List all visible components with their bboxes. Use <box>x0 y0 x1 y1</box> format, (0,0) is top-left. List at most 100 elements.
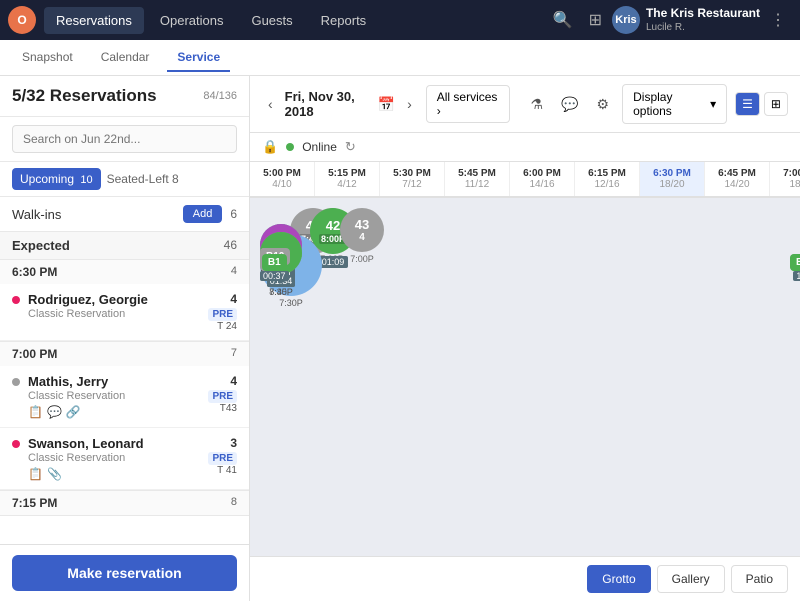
guest-name: Mathis, Jerry <box>28 374 200 389</box>
table-43[interactable]: 43 4 7:00P <box>340 208 384 264</box>
nav-tab-operations[interactable]: Operations <box>148 7 236 34</box>
settings-icon[interactable]: ⚙ <box>592 94 615 115</box>
make-reservation-section: Make reservation <box>0 544 249 601</box>
guest-count: 4 <box>208 374 237 388</box>
left-sidebar: 5/32 Reservations 84/136 Upcoming 10 Sea… <box>0 76 250 601</box>
reservation-type: Classic Reservation <box>28 452 200 464</box>
reservation-item[interactable]: Mathis, Jerry Classic Reservation 📋 💬 🔗 … <box>0 366 249 428</box>
guest-name: Rodriguez, Georgie <box>28 292 200 307</box>
table-number: T 41 <box>208 465 237 476</box>
search-icon[interactable]: 🔍 <box>547 4 579 36</box>
reservation-type: Classic Reservation <box>28 390 200 402</box>
seated-left-tab[interactable]: Seated-Left 8 <box>107 172 179 186</box>
link-icon: 🔗 <box>66 405 81 419</box>
refresh-icon[interactable]: ↻ <box>345 139 356 155</box>
search-input[interactable] <box>12 125 237 153</box>
gallery-room-button[interactable]: Gallery <box>657 565 725 593</box>
time-slot: 5:30 PM7/12 <box>380 162 445 196</box>
lock-status-bar: 🔒 Online ↻ <box>250 133 800 162</box>
date-navigation: ‹ Fri, Nov 30, 2018 📅 › <box>262 89 418 119</box>
prev-date-button[interactable]: ‹ <box>262 94 279 114</box>
next-date-button[interactable]: › <box>401 94 418 114</box>
time-slot: 7:00 PM18/24 <box>770 162 800 196</box>
guest-name: Swanson, Leonard <box>28 436 200 451</box>
user-info: Kris The Kris Restaurant Lucile R. <box>612 6 760 35</box>
service-selector[interactable]: All services › <box>426 85 510 123</box>
search-box <box>0 117 249 162</box>
notifications-icon[interactable]: ⊞ <box>583 4 608 36</box>
online-indicator <box>286 143 294 151</box>
reservation-item[interactable]: Swanson, Leonard Classic Reservation 📋 📎… <box>0 428 249 490</box>
grid-view-button[interactable]: ⊞ <box>764 92 788 116</box>
time-header-700: 7:00 PM 7 <box>0 342 249 366</box>
sidebar-scroll: Expected 46 6:30 PM 4 Rodriguez, Georgie… <box>0 232 249 544</box>
sub-tab-service[interactable]: Service <box>167 44 230 72</box>
attachment-icon: 📎 <box>47 467 62 481</box>
table-B1[interactable]: B1 00:37 <box>260 254 289 281</box>
sidebar-header: 5/32 Reservations 84/136 <box>0 76 249 117</box>
chat-icon[interactable]: 💬 <box>556 94 583 115</box>
time-header-630: 6:30 PM 4 <box>0 260 249 284</box>
sub-tab-snapshot[interactable]: Snapshot <box>12 44 83 72</box>
app-logo[interactable]: O <box>8 6 36 34</box>
time-count: 7 <box>231 347 237 361</box>
lock-icon: 🔒 <box>262 139 278 155</box>
time-header-715: 7:15 PM 8 <box>0 491 249 515</box>
time-slot: 5:00 PM4/10 <box>250 162 315 196</box>
expected-count: 46 <box>224 238 237 253</box>
restaurant-name: The Kris Restaurant <box>646 6 760 22</box>
time-slot-active: 6:30 PM18/20 <box>640 162 705 196</box>
time-label: 6:30 PM <box>12 265 57 279</box>
user-sub-name: Lucile R. <box>646 21 760 34</box>
walkins-count: 6 <box>230 207 237 221</box>
nav-tab-reports[interactable]: Reports <box>309 7 379 34</box>
view-toggle: ☰ ⊞ <box>735 92 788 116</box>
upcoming-tab[interactable]: Upcoming 10 <box>12 168 101 190</box>
bottom-bar: Grotto Gallery Patio <box>250 556 800 601</box>
time-group-715: 7:15 PM 8 <box>0 491 249 516</box>
time-label: 7:15 PM <box>12 496 57 510</box>
pre-tag: PRE <box>208 452 237 465</box>
reservation-type: Classic Reservation <box>28 308 200 320</box>
guest-count: 4 <box>208 292 237 306</box>
sub-navigation: Snapshot Calendar Service <box>0 40 800 76</box>
status-dot <box>12 296 20 304</box>
guest-count: 3 <box>208 436 237 450</box>
nav-tab-guests[interactable]: Guests <box>239 7 304 34</box>
expected-label: Expected <box>12 238 70 253</box>
table-B12[interactable]: B12 1:06 <box>790 254 800 281</box>
top-navigation: O Reservations Operations Guests Reports… <box>0 0 800 40</box>
time-slot: 5:45 PM11/12 <box>445 162 510 196</box>
clipboard-icon: 📋 <box>28 467 43 481</box>
expected-header: Expected 46 <box>0 232 249 260</box>
timeline-header-container: 5:00 PM4/10 5:15 PM4/12 5:30 PM7/12 5:45… <box>250 162 800 198</box>
current-date: Fri, Nov 30, 2018 <box>285 89 372 119</box>
time-group-700: 7:00 PM 7 Mathis, Jerry Classic Reservat… <box>0 342 249 491</box>
more-options-icon[interactable]: ⋮ <box>764 4 792 36</box>
main-content: 5/32 Reservations 84/136 Upcoming 10 Sea… <box>0 76 800 601</box>
list-view-button[interactable]: ☰ <box>735 92 760 116</box>
chat-icon: 💬 <box>47 405 62 419</box>
reservation-item[interactable]: Rodriguez, Georgie Classic Reservation 4… <box>0 284 249 341</box>
time-label: 7:00 PM <box>12 347 57 361</box>
time-slot: 6:45 PM14/20 <box>705 162 770 196</box>
filter-tabs: Upcoming 10 Seated-Left 8 <box>0 162 249 197</box>
table-number: T43 <box>208 403 237 414</box>
grotto-room-button[interactable]: Grotto <box>587 565 650 593</box>
floor-plan: 40 7:45P 01:40 41 4 7:00P 42 <box>250 198 800 556</box>
nav-tab-reservations[interactable]: Reservations <box>44 7 144 34</box>
time-slot: 6:00 PM14/16 <box>510 162 575 196</box>
time-group-630: 6:30 PM 4 Rodriguez, Georgie Classic Res… <box>0 260 249 342</box>
time-slot: 6:15 PM12/16 <box>575 162 640 196</box>
pre-tag: PRE <box>208 308 237 321</box>
calendar-icon[interactable]: 📅 <box>378 96 395 113</box>
make-reservation-button[interactable]: Make reservation <box>12 555 237 591</box>
walkins-row: Walk-ins Add 6 <box>0 197 249 232</box>
display-options-button[interactable]: Display options ▾ <box>622 84 727 124</box>
sub-tab-calendar[interactable]: Calendar <box>91 44 160 72</box>
filter-icon[interactable]: ⚗ <box>526 94 549 115</box>
time-count: 4 <box>231 265 237 279</box>
patio-room-button[interactable]: Patio <box>731 565 788 593</box>
add-walkin-button[interactable]: Add <box>183 205 223 223</box>
right-panel: ‹ Fri, Nov 30, 2018 📅 › All services › ⚗… <box>250 76 800 601</box>
